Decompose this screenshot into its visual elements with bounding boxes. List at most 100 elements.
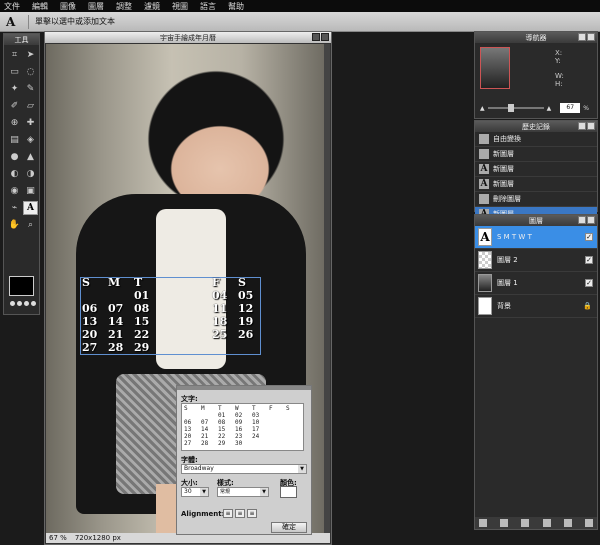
- menu-item[interactable]: 調整: [116, 1, 132, 12]
- layer-row[interactable]: 圖層 1 ✓: [475, 272, 597, 295]
- lasso-icon[interactable]: ◌: [23, 65, 38, 79]
- menu-item[interactable]: 圖層: [88, 1, 104, 12]
- text-color-swatch[interactable]: [280, 486, 297, 498]
- pencil-icon[interactable]: ✎: [23, 82, 38, 96]
- font-select[interactable]: Broadway ▼: [181, 464, 307, 474]
- history-item[interactable]: 新圖層: [475, 147, 597, 162]
- text-input[interactable]: S M T W T F S 01 02 03 06 07 08 09 10 13 14 15 16 17 20 21 22 2…: [181, 403, 304, 451]
- visibility-checkbox[interactable]: ✓: [585, 233, 593, 241]
- calendar-cell: 14: [108, 315, 124, 328]
- visibility-checkbox[interactable]: ✓: [585, 279, 593, 287]
- crop-icon[interactable]: ⌗: [7, 48, 22, 62]
- calendar-text-layer[interactable]: S M T F S 01 04 05 06 07 08 11 12 13 14 15 18 19 20 21 22 25 2…: [82, 276, 266, 354]
- menu-item[interactable]: 圖像: [60, 1, 76, 12]
- eyedropper-icon[interactable]: ⌁: [7, 201, 22, 215]
- hand-icon[interactable]: ✋: [7, 218, 22, 232]
- layer-style-icon[interactable]: [500, 519, 509, 527]
- close-icon[interactable]: [587, 122, 595, 130]
- layer-mask-icon[interactable]: [521, 519, 530, 527]
- history-item-label: 刪除圖層: [493, 195, 521, 203]
- sponge-icon[interactable]: ▣: [23, 184, 38, 198]
- type-tool-icon[interactable]: A: [6, 15, 22, 29]
- menu-item[interactable]: 文件: [4, 1, 20, 12]
- align-right-icon[interactable]: ≡: [247, 509, 257, 518]
- menu-item[interactable]: 語言: [200, 1, 216, 12]
- close-icon[interactable]: [587, 216, 595, 224]
- move-icon[interactable]: ➤: [23, 48, 38, 62]
- style-select[interactable]: 常規 ▼: [217, 487, 269, 497]
- wand-icon[interactable]: ✦: [7, 82, 22, 96]
- new-folder-icon[interactable]: [542, 519, 551, 527]
- zoom-out-icon[interactable]: ▲: [480, 105, 485, 112]
- layer-thumbnail: [478, 297, 492, 315]
- swatch-dot[interactable]: [17, 301, 22, 306]
- text-token: 13: [184, 426, 192, 433]
- type-icon[interactable]: A: [23, 201, 38, 215]
- zoom-readout[interactable]: 67 %: [49, 534, 67, 542]
- history-item[interactable]: A 新圖層: [475, 162, 597, 177]
- heal-icon[interactable]: ✚: [23, 116, 38, 130]
- calendar-row: 06 07 08 11 12: [82, 302, 266, 315]
- burn-icon[interactable]: ◑: [23, 167, 38, 181]
- calendar-cell: 20: [82, 328, 98, 341]
- minimize-icon[interactable]: [578, 122, 586, 130]
- swatch-dot[interactable]: [10, 301, 15, 306]
- zoom-in-icon[interactable]: ▲: [547, 105, 552, 112]
- zoom-input[interactable]: 67: [560, 103, 581, 113]
- dodge-icon[interactable]: ◐: [7, 167, 22, 181]
- menu-item[interactable]: 視圖: [172, 1, 188, 12]
- blur-icon[interactable]: ●: [7, 150, 22, 164]
- history-item[interactable]: A 新圖層: [475, 177, 597, 192]
- minimize-icon[interactable]: [312, 33, 320, 41]
- minimize-icon[interactable]: [578, 33, 586, 41]
- layer-row[interactable]: 圖層 2 ✓: [475, 249, 597, 272]
- visibility-checkbox[interactable]: ✓: [585, 256, 593, 264]
- close-icon[interactable]: [587, 33, 595, 41]
- layer-link-icon[interactable]: [479, 519, 487, 527]
- swatch-dot[interactable]: [31, 301, 36, 306]
- ok-button[interactable]: 確定: [271, 522, 307, 533]
- delete-icon: [479, 194, 489, 204]
- text-token: 06: [184, 419, 192, 426]
- history-item[interactable]: 刪除圖層: [475, 192, 597, 207]
- clone-icon[interactable]: ⊕: [7, 116, 22, 130]
- sharpen-icon[interactable]: ▲: [23, 150, 38, 164]
- zoom-slider[interactable]: [487, 104, 544, 112]
- zoom-icon[interactable]: ⌕: [23, 218, 38, 232]
- history-item[interactable]: 自由變換: [475, 132, 597, 147]
- menu-item[interactable]: 幫助: [228, 1, 244, 12]
- trash-icon[interactable]: [584, 519, 593, 527]
- vertical-scrollbar[interactable]: [324, 44, 330, 534]
- marquee-icon[interactable]: ▭: [7, 65, 22, 79]
- gradient-icon[interactable]: ▤: [7, 133, 22, 147]
- dialog-titlebar[interactable]: [177, 386, 311, 390]
- calendar-cell: S: [82, 276, 90, 289]
- divider: [28, 14, 29, 29]
- layer-row[interactable]: 背景 🔒: [475, 295, 597, 318]
- close-icon[interactable]: [321, 33, 329, 41]
- calendar-cell: 22: [134, 328, 150, 341]
- redeye-icon[interactable]: ◉: [7, 184, 22, 198]
- chevron-down-icon[interactable]: ▼: [298, 465, 306, 473]
- foreground-color-swatch[interactable]: [9, 276, 34, 296]
- menu-item[interactable]: 編輯: [32, 1, 48, 12]
- chevron-down-icon[interactable]: ▼: [260, 488, 268, 496]
- font-value: Broadway: [184, 465, 214, 472]
- calendar-cell: 01: [134, 289, 150, 302]
- navigator-thumbnail[interactable]: [480, 47, 510, 89]
- brush-icon[interactable]: ✐: [7, 99, 22, 113]
- calendar-cell: [108, 289, 134, 302]
- chevron-down-icon[interactable]: ▼: [200, 488, 208, 496]
- eraser-icon[interactable]: ▱: [23, 99, 38, 113]
- align-center-icon[interactable]: ≡: [235, 509, 245, 518]
- align-left-icon[interactable]: ≡: [223, 509, 233, 518]
- new-layer-icon[interactable]: [563, 519, 572, 527]
- menu-item[interactable]: 濾鏡: [144, 1, 160, 12]
- size-select[interactable]: 30 ▼: [181, 487, 209, 497]
- swatch-dot[interactable]: [24, 301, 29, 306]
- bucket-icon[interactable]: ◈: [23, 133, 38, 147]
- layer-row[interactable]: A S M T W T ✓: [475, 226, 597, 249]
- minimize-icon[interactable]: [578, 216, 586, 224]
